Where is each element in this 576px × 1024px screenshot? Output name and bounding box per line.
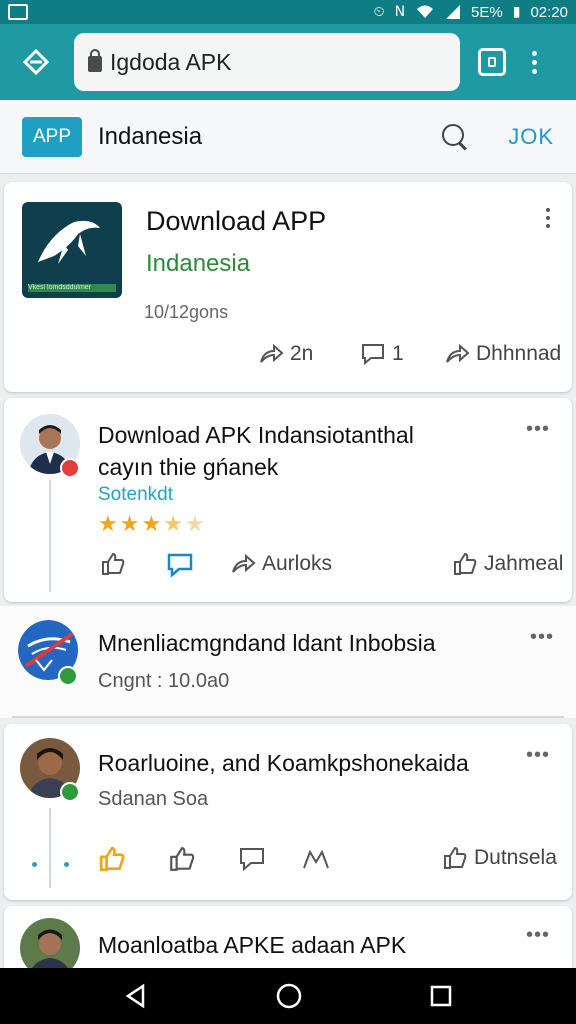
nfc-icon: N <box>394 4 406 20</box>
alarm-icon: ⏲ <box>373 4 385 20</box>
post-meta: Cngnt : 10.0a0 <box>98 670 230 692</box>
page-header: APP Indanesia JOK <box>0 100 576 174</box>
verified-badge <box>60 782 80 802</box>
post-menu-button[interactable]: ••• <box>526 744 550 767</box>
share-count: 2n <box>290 342 314 365</box>
share-button[interactable]: 2n <box>258 342 313 366</box>
download-button[interactable]: Dhhnnad <box>444 342 561 366</box>
divider <box>12 716 564 718</box>
repost-label: Aurloks <box>262 552 333 575</box>
post-menu-button[interactable]: ••• <box>530 626 554 649</box>
status-bar: ⏲ N 5E% ▮ 02:20 <box>0 0 576 24</box>
repost-button[interactable]: Aurloks <box>230 552 332 576</box>
comment-icon[interactable] <box>238 846 266 872</box>
recents-icon[interactable] <box>429 984 453 1008</box>
app-logo: Vkesl lomdsddulmer <box>22 202 122 298</box>
app-badge[interactable]: APP <box>22 116 82 157</box>
post-save-button[interactable]: Dutnsela <box>442 846 557 870</box>
thread-dot <box>64 862 69 867</box>
nav-diamond-icon[interactable] <box>14 40 58 84</box>
comment-icon[interactable] <box>166 552 194 578</box>
clock: 02:20 <box>530 3 568 21</box>
post-menu-button[interactable]: ••• <box>526 418 550 441</box>
star-icon: ★ <box>141 512 162 537</box>
app-meta: 10/12gons <box>144 302 229 322</box>
post-save-label: Dutnsela <box>474 846 557 869</box>
post-card[interactable]: Roarluoine, and Koamkpshonekaida Sdanan … <box>4 724 572 900</box>
back-icon[interactable] <box>123 983 149 1009</box>
thread-dot <box>32 862 37 867</box>
verified-badge <box>60 458 80 478</box>
share-icon[interactable] <box>302 848 330 870</box>
like-icon[interactable] <box>100 552 126 576</box>
bird-logo-icon <box>38 220 100 264</box>
thread-line <box>49 480 51 592</box>
gallery-notification-icon <box>8 4 28 20</box>
tabs-button[interactable] <box>478 48 506 76</box>
post-title: Roarluoine, and Koamkpshonekaida <box>98 750 469 776</box>
logo-text: Vkesl lomdsddulmer <box>28 284 116 292</box>
ok-button[interactable]: JOK <box>508 124 554 150</box>
post-title: Moanloatba APKE adaan APK <box>98 932 407 958</box>
post-menu-button[interactable]: ••• <box>526 924 550 947</box>
star-icon: ★ <box>119 512 140 537</box>
star-empty-icon: ★ <box>184 512 205 537</box>
thumbs-icon <box>444 846 467 869</box>
star-half-icon: ★ <box>163 512 183 537</box>
signal-icon <box>446 5 461 19</box>
url-text: Igdoda APK <box>110 48 232 75</box>
browser-menu-button[interactable] <box>532 50 537 74</box>
card-menu-button[interactable] <box>546 208 550 228</box>
lock-icon <box>88 49 102 72</box>
post-link[interactable]: Sotenkdt <box>98 484 173 506</box>
system-nav-bar <box>0 968 576 1024</box>
battery-percent: 5E% <box>471 3 503 21</box>
star-icon: ★ <box>98 512 118 537</box>
forward-icon <box>446 343 470 363</box>
post-save-label: Jahmeal <box>484 552 564 575</box>
app-title: Download APP <box>146 206 327 236</box>
home-icon[interactable] <box>275 982 303 1010</box>
post-save-button[interactable]: Jahmeal <box>452 552 563 576</box>
tabs-icon <box>488 57 496 67</box>
rating-stars: ★ ★ ★ ★ ★ <box>98 512 205 537</box>
comment-icon <box>362 344 384 366</box>
page-title: Indanesia <box>98 122 203 150</box>
thumbs-icon <box>454 552 477 575</box>
battery-icon: ▮ <box>512 4 521 20</box>
wifi-icon <box>417 5 434 18</box>
dislike-icon[interactable] <box>168 846 196 872</box>
app-card[interactable]: Vkesl lomdsddulmer Download APP Indanesi… <box>4 182 572 392</box>
post-card[interactable]: Download APK Indansiotanthal cayın thie … <box>4 398 572 602</box>
like-icon[interactable] <box>98 846 126 872</box>
post-title-line2: cayın thie gńanek <box>98 454 279 480</box>
download-label: Dhhnnad <box>476 342 562 365</box>
browser-toolbar: Igdoda APK <box>0 24 576 100</box>
post-item[interactable]: Mnenliacmgndand ldant Inbobsia Cngnt : 1… <box>0 606 576 718</box>
repost-icon <box>232 553 256 573</box>
post-meta: Sdanan Soa <box>98 788 209 810</box>
thread-line <box>49 808 51 888</box>
app-subtitle: Indanesia <box>146 250 251 277</box>
verified-badge <box>58 666 78 686</box>
url-field[interactable]: Igdoda APK <box>74 33 460 91</box>
post-title: Mnenliacmgndand ldant Inbobsia <box>98 630 436 656</box>
comment-count: 1 <box>392 342 404 365</box>
search-icon[interactable] <box>442 123 468 150</box>
post-title: Download APK Indansiotanthal <box>98 422 414 448</box>
share-icon <box>260 343 284 363</box>
comment-button[interactable]: 1 <box>360 342 404 366</box>
